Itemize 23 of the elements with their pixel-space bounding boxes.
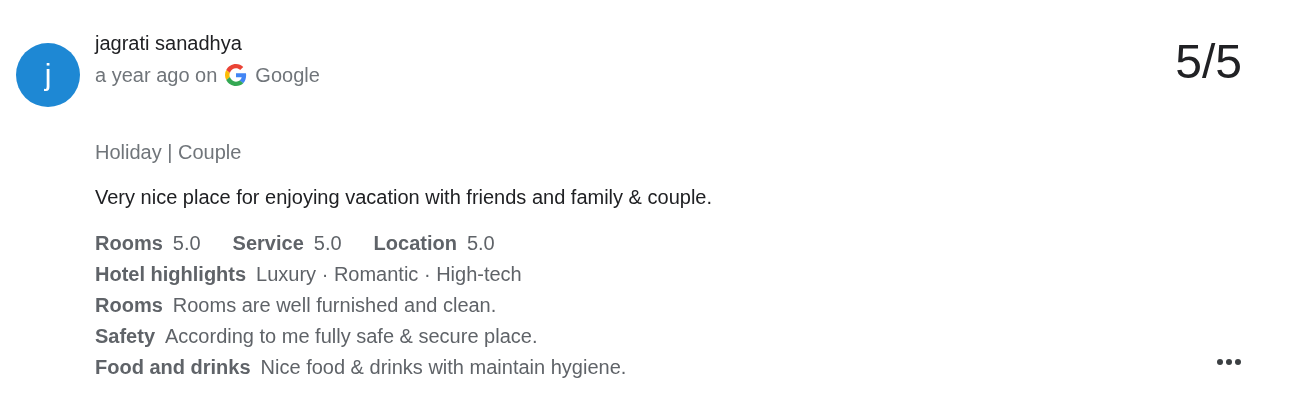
detail-label: Food and drinks [95,355,251,380]
google-logo-icon [225,64,248,86]
rating-value: 5.0 [313,231,342,256]
review-text: Very nice place for enjoying vacation with friends and family & couple. [95,185,712,210]
author-name: jagrati sanadhya [95,31,243,56]
trip-type: Holiday | Couple [95,140,242,165]
rating-label: Location [373,231,457,256]
detail-text: Nice food & drinks with maintain hygiene. [260,355,627,380]
more-options-icon[interactable] [1216,358,1242,366]
detail-text: Luxury · Romantic · High-tech [256,262,522,287]
rating-label: Service [232,231,304,256]
detail-label: Safety [95,324,156,349]
review-time: a year ago on [95,63,218,88]
detail-text: Rooms are well furnished and clean. [172,293,497,318]
detail-text: According to me fully safe & secure place. [165,324,538,349]
review-source: Google [255,63,320,88]
rating-value: 5.0 [172,231,201,256]
avatar: j [16,43,80,107]
detail-label: Hotel highlights [95,262,247,287]
detail-label: Rooms [95,293,163,318]
review-score: 5/5 [1175,34,1242,90]
rating-label: Rooms [95,231,163,256]
rating-value: 5.0 [466,231,495,256]
